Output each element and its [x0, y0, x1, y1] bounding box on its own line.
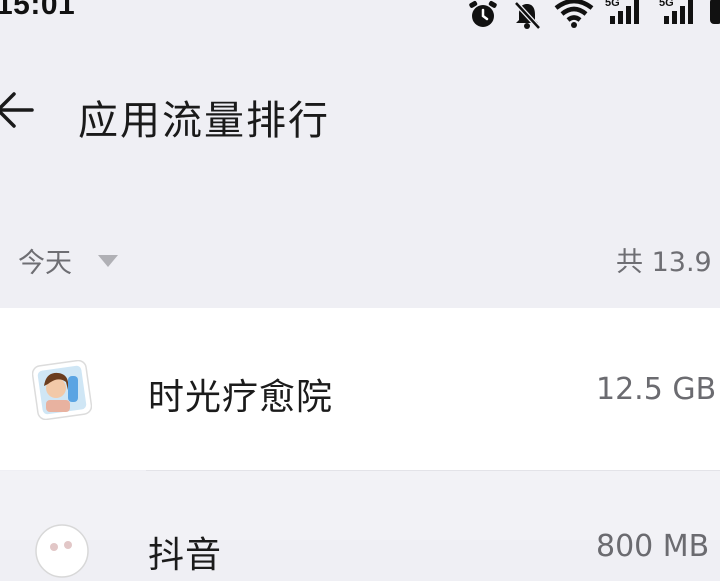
5g-signal-icon: 5G: [605, 0, 639, 24]
list-item[interactable]: 时光疗愈院 12.5 GB: [0, 308, 720, 470]
list-item[interactable]: 抖音 800 MB: [0, 471, 720, 578]
app-avatar-icon: [32, 360, 92, 420]
page-title: 应用流量排行: [78, 98, 330, 144]
status-bar: 15:01 5G 5G: [0, 0, 720, 30]
app-usage-list: 时光疗愈院 12.5 GB 抖音 800 MB: [0, 308, 720, 578]
app-avatar-icon: [35, 524, 89, 578]
status-time: 15:01: [0, 0, 76, 21]
back-arrow-icon: [0, 92, 34, 128]
battery-icon: [710, 0, 720, 24]
network-label: 5G: [659, 0, 674, 9]
network-label: 5G: [605, 0, 620, 9]
5g-signal-icon: 5G: [659, 0, 693, 24]
total-usage: 共 13.9 G: [616, 247, 720, 278]
app-usage: 12.5 GB: [596, 372, 717, 407]
app-name: 时光疗愈院: [148, 377, 334, 418]
period-label: 今天: [18, 247, 72, 279]
back-button[interactable]: [0, 86, 40, 134]
period-dropdown[interactable]: 今天: [18, 240, 118, 280]
caret-down-icon: [98, 255, 118, 267]
mute-bell-icon: [514, 1, 541, 30]
app-name: 抖音: [148, 535, 223, 576]
wifi-icon: [554, 0, 594, 28]
app-usage: 800 MB: [596, 529, 710, 564]
alarm-icon: [469, 0, 497, 27]
